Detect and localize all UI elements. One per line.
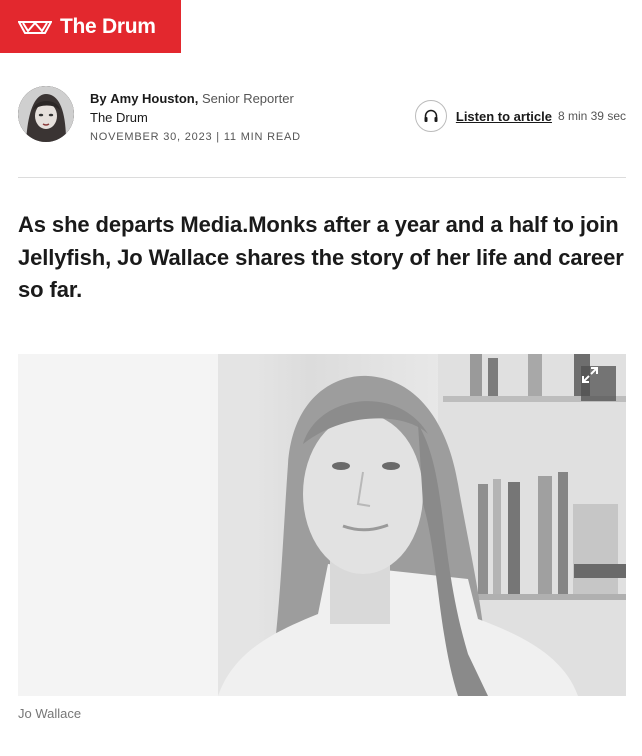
article-page: The Drum By Amy Houston, Senior Reporter…: [0, 0, 642, 756]
author-block: By Amy Houston, Senior Reporter The Drum…: [90, 89, 301, 146]
listen-to-article[interactable]: Listen to article 8 min 39 sec: [414, 100, 626, 132]
avatar-portrait-icon: [18, 86, 74, 142]
author-role: Senior Reporter: [202, 91, 294, 106]
headphones-icon[interactable]: [414, 100, 447, 132]
article-meta: November 30, 2023 | 11 min read: [90, 128, 301, 146]
author-name-link[interactable]: Amy Houston,: [110, 91, 198, 106]
byline-divider: [18, 177, 626, 178]
expand-image-button[interactable]: [581, 366, 616, 401]
author-line: By Amy Houston, Senior Reporter: [90, 89, 301, 108]
hero-image[interactable]: [18, 354, 626, 696]
portrait-photo: [18, 354, 626, 696]
brand-logo-link[interactable]: The Drum: [0, 0, 181, 53]
article-standfirst: As she departs Media.Monks after a year …: [18, 212, 624, 302]
author-avatar[interactable]: [18, 86, 74, 142]
expand-icon: [582, 367, 598, 383]
brand-name: The Drum: [60, 14, 156, 38]
image-caption: Jo Wallace: [18, 706, 82, 721]
read-time: 11 min read: [223, 131, 301, 143]
meta-separator: |: [216, 131, 220, 143]
drum-crown-logo-icon: [18, 20, 52, 34]
listen-to-article-link[interactable]: Listen to article: [456, 109, 552, 124]
byline: By Amy Houston, Senior Reporter The Drum…: [18, 86, 626, 150]
audio-duration: 8 min 39 sec: [557, 109, 626, 123]
by-prefix: By: [90, 91, 107, 106]
publication-name: The Drum: [90, 110, 148, 125]
publish-date: November 30, 2023: [90, 131, 213, 143]
